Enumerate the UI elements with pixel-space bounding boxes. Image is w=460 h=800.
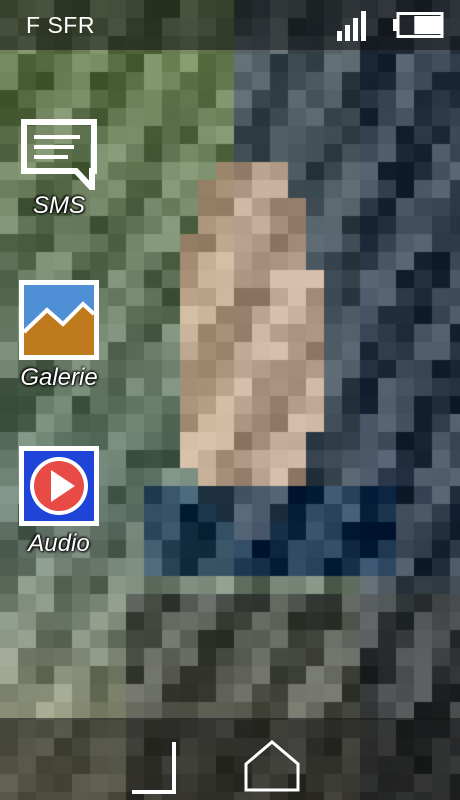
home-icon[interactable] [243,740,301,792]
status-bar: F SFR [0,0,460,50]
app-label: Galerie [20,364,98,391]
carrier-name: F SFR [26,12,95,38]
home-screen: F SFR SMS Galerie Audio [0,0,460,800]
back-arrow-icon[interactable] [126,740,182,796]
navigation-bar [0,718,460,800]
app-audio[interactable]: Audio [0,446,118,558]
app-label: SMS [32,192,85,219]
gallery-icon [19,280,99,360]
battery-icon [393,12,444,38]
play-icon [19,446,99,526]
app-sms[interactable]: SMS [0,118,118,220]
app-label: Audio [28,530,90,557]
message-icon [21,119,97,190]
app-gallery[interactable]: Galerie [0,280,118,392]
signal-bars-icon [337,11,366,41]
